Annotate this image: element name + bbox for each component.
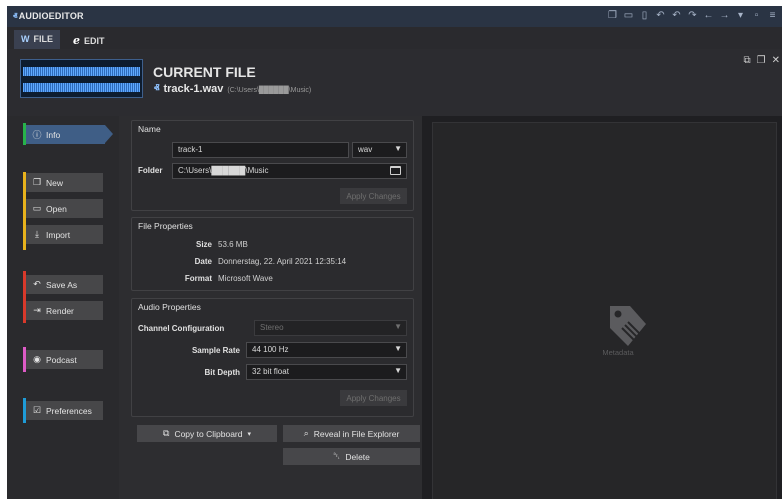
date-value: Donnerstag, 22. April 2021 12:35:14	[218, 257, 347, 266]
app-title: ⱏAUDIOEDITOR	[13, 11, 84, 21]
sample-rate-select[interactable]: 44 100 Hz ▼	[246, 342, 407, 358]
minimize-icon[interactable]: ▫	[751, 9, 762, 22]
file-properties-section: File Properties Size 53.6 MB Date Donner…	[131, 217, 414, 291]
waveform-thumbnail	[20, 59, 143, 98]
app-logo-icon: ⱏ	[13, 11, 18, 21]
file-tab-icon: W	[21, 34, 30, 44]
close-icon[interactable]: ✕	[772, 55, 780, 66]
float-window-icon[interactable]: ❐	[757, 55, 766, 66]
apply-changes-button[interactable]: Apply Changes	[340, 188, 407, 204]
folder-label: Folder	[138, 166, 163, 175]
tab-edit[interactable]: e EDIT	[66, 30, 112, 49]
nav-group-save: ↶ Save As ⇥ Render	[23, 271, 114, 323]
file-tab-navigation: ⓘ Info ❐ New ▭ Open ⤓ Import ↶ Save As ⇥ Rende…	[7, 116, 119, 499]
import-icon: ⤓	[35, 229, 39, 239]
metadata-label: Metadata	[602, 348, 634, 357]
restore-window-icon[interactable]: ⧉	[744, 55, 751, 66]
waveform-left-channel	[23, 67, 140, 76]
delete-button[interactable]: ␡ Delete	[283, 448, 420, 465]
quick-access-menu-icon[interactable]: ▾	[735, 9, 746, 22]
back-arrow-icon[interactable]: ←	[703, 9, 714, 22]
chevron-down-icon: ▼	[394, 366, 402, 375]
preferences-checklist-icon: ☑	[32, 405, 42, 415]
section-title: Name	[138, 124, 161, 134]
bit-depth-label: Bit Depth	[204, 368, 240, 377]
current-file-name: ⱏ track-1.wav (C:\Users\██████\Music)	[154, 83, 312, 95]
redo-icon[interactable]: ↷	[687, 9, 698, 22]
chevron-down-icon: ▼	[394, 322, 402, 331]
audio-properties-section: Audio Properties Channel Configuration S…	[131, 298, 414, 417]
nav-item-preferences[interactable]: ☑ Preferences	[26, 401, 103, 420]
file-format-select[interactable]: wav ▼	[352, 142, 407, 158]
nav-item-import[interactable]: ⤓ Import	[26, 225, 103, 244]
section-title: File Properties	[138, 221, 193, 231]
open-folder-icon[interactable]: ▭	[623, 9, 634, 22]
info-icon: ⓘ	[32, 130, 42, 140]
page-title: CURRENT FILE	[153, 64, 256, 80]
title-toolbar: ❐ ▭ ▯ ↶ ↶ ↷ ← → ▾ ▫ ≡	[607, 9, 778, 22]
render-icon: ⇥	[33, 305, 41, 315]
size-label: Size	[195, 240, 212, 249]
current-file-path: (C:\Users\██████\Music)	[227, 87, 312, 94]
podcast-icon: ◉	[33, 354, 41, 364]
file-name-field[interactable]: track-1	[172, 142, 349, 158]
new-file-icon: ❐	[32, 177, 42, 187]
file-header: CURRENT FILE ⱏ track-1.wav (C:\Users\███…	[7, 49, 782, 116]
save-as-icon[interactable]: ↶	[655, 9, 666, 22]
ribbon-tab-bar: WFILE eEDIT ⌃	[7, 27, 782, 64]
nav-item-save-as[interactable]: ↶ Save As	[26, 275, 103, 294]
apply-audio-changes-button[interactable]: Apply Changes	[340, 390, 407, 406]
save-as-icon: ↶	[33, 279, 41, 289]
audio-file-icon: ⱏ	[154, 83, 160, 95]
info-content: Name track-1 wav ▼ Folder C:\Users\██████…	[119, 116, 422, 499]
nav-group-preferences: ☑ Preferences	[23, 398, 114, 423]
edit-tab-icon: e	[73, 34, 80, 47]
format-label: Format	[184, 274, 212, 283]
tag-icon	[610, 306, 646, 346]
header-tools: ⧉ ❐ ✕	[744, 55, 781, 66]
browse-folder-icon[interactable]	[390, 166, 401, 175]
copy-to-clipboard-button[interactable]: ⧉ Copy to Clipboard ▾	[137, 425, 277, 442]
nav-item-render[interactable]: ⇥ Render	[26, 301, 103, 320]
tab-file[interactable]: W FILE	[14, 30, 60, 49]
bit-depth-select[interactable]: 32 bit float ▼	[246, 364, 407, 380]
waveform-right-channel	[23, 83, 140, 92]
forward-arrow-icon[interactable]: →	[719, 9, 730, 22]
nav-item-info[interactable]: ⓘ Info	[26, 125, 113, 144]
reveal-folder-icon: ⌕	[303, 428, 309, 438]
reveal-in-file-explorer-button[interactable]: ⌕ Reveal in File Explorer	[283, 425, 420, 442]
new-file-icon[interactable]: ❐	[607, 9, 618, 22]
name-section: Name track-1 wav ▼ Folder C:\Users\██████…	[131, 120, 414, 211]
open-folder-icon: ▭	[32, 203, 42, 213]
chevron-down-icon: ▾	[247, 430, 251, 438]
nav-item-podcast[interactable]: ◉ Podcast	[26, 350, 103, 369]
chevron-down-icon: ▼	[394, 144, 402, 153]
nav-group-file: ❐ New ▭ Open ⤓ Import	[23, 172, 114, 250]
size-value: 53.6 MB	[218, 240, 248, 249]
sample-rate-label: Sample Rate	[191, 346, 240, 355]
nav-item-open[interactable]: ▭ Open	[26, 199, 103, 218]
chevron-down-icon: ▼	[394, 344, 402, 353]
channel-configuration-select: Stereo ▼	[254, 320, 407, 336]
trash-icon: ␡	[333, 451, 341, 461]
save-icon[interactable]: ▯	[639, 9, 650, 22]
maximize-icon[interactable]: ≡	[767, 9, 778, 22]
nav-item-new[interactable]: ❐ New	[26, 173, 103, 192]
channel-configuration-label: Channel Configuration	[138, 324, 225, 333]
date-label: Date	[194, 257, 212, 266]
section-title: Audio Properties	[138, 302, 201, 312]
metadata-panel[interactable]: Metadata	[432, 122, 777, 499]
app-window: ⱏAUDIOEDITOR ❐ ▭ ▯ ↶ ↶ ↷ ← → ▾ ▫ ≡ W FILE…	[7, 6, 782, 499]
nav-group-info: ⓘ Info	[23, 123, 114, 145]
format-value: Microsoft Wave	[218, 274, 273, 283]
undo-icon[interactable]: ↶	[671, 9, 682, 22]
copy-icon: ⧉	[163, 428, 170, 438]
title-bar: ⱏAUDIOEDITOR ❐ ▭ ▯ ↶ ↶ ↷ ← → ▾ ▫ ≡	[7, 6, 782, 27]
folder-field[interactable]: C:\Users\██████\Music	[172, 163, 407, 179]
main-area: ⓘ Info ❐ New ▭ Open ⤓ Import ↶ Save As ⇥ Rende…	[7, 116, 782, 499]
nav-group-podcast: ◉ Podcast	[23, 347, 114, 372]
